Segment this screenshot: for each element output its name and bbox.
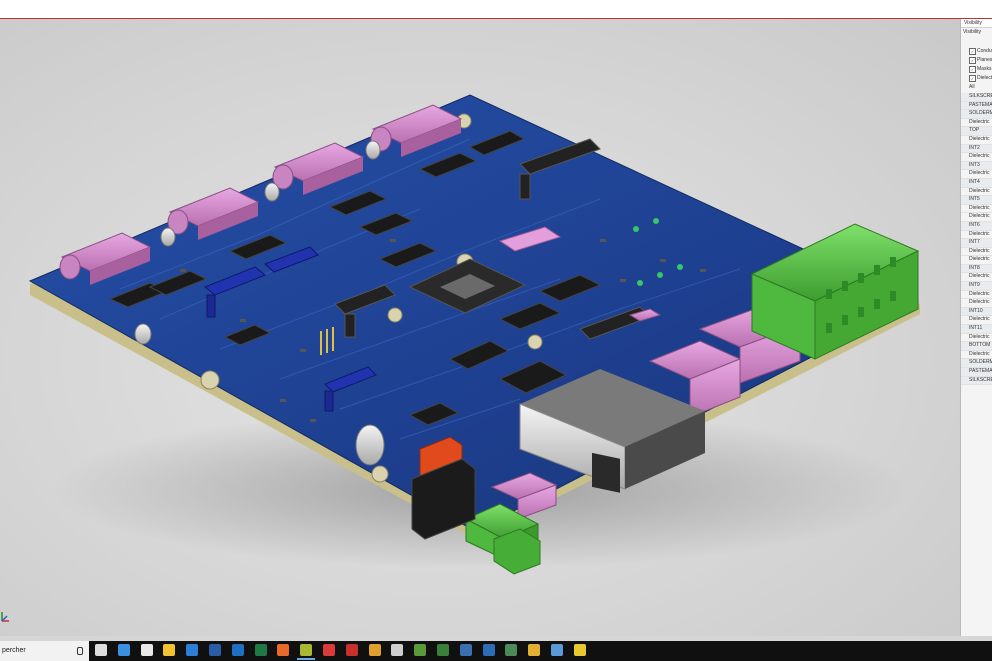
layer-row[interactable]: Dielectric	[961, 334, 992, 343]
layer-row[interactable]: Dielectric	[961, 299, 992, 308]
layer-row[interactable]: INT6	[961, 221, 992, 231]
explorer-icon[interactable]	[163, 644, 176, 656]
layer-row[interactable]: Dielectric	[961, 256, 992, 265]
layer-row[interactable]: Dielectric	[961, 205, 992, 214]
layer-row[interactable]: TOP	[961, 127, 992, 136]
taskbar-search-box[interactable]: percher	[0, 641, 89, 661]
store-icon[interactable]	[140, 644, 153, 656]
layer-row[interactable]: Dielectric	[961, 119, 992, 128]
pdf-icon[interactable]	[345, 644, 358, 656]
all-layers-label[interactable]: All	[961, 83, 992, 91]
pcb-3d-render	[28, 94, 920, 575]
visibility-option[interactable]: ✓ Masks	[961, 65, 992, 74]
visibility-option[interactable]: ✓ Condu	[961, 47, 992, 56]
photos-icon[interactable]	[414, 644, 427, 656]
layer-stack-list: SILKSCREEPASTEMASSOLDERMDielectricTOPDie…	[961, 93, 992, 386]
firefox-icon[interactable]	[277, 644, 290, 656]
panel-tab-visibility[interactable]: Visibility	[961, 19, 992, 28]
visibility-option[interactable]: ✓ Dielect	[961, 74, 992, 83]
layer-row[interactable]: Dielectric	[961, 170, 992, 179]
chrome-icon[interactable]	[528, 644, 541, 656]
axis-gizmo-icon	[0, 609, 10, 623]
layer-row[interactable]: INT7	[961, 239, 992, 248]
layer-row[interactable]: INT5	[961, 196, 992, 205]
layer-row[interactable]: Dielectric	[961, 213, 992, 222]
3d-board-viewport[interactable]	[0, 19, 960, 636]
layer-row[interactable]: SOLDERM	[961, 110, 992, 119]
layer-row[interactable]: PASTEMAS	[961, 101, 992, 111]
outlook-icon[interactable]	[231, 644, 244, 656]
layer-row[interactable]: INT8	[961, 264, 992, 274]
mail-icon[interactable]	[186, 644, 199, 656]
layer-row[interactable]: INT10	[961, 307, 992, 317]
layer-row[interactable]: INT11	[961, 325, 992, 334]
edge-icon[interactable]	[117, 644, 130, 656]
layer-row[interactable]: Dielectric	[961, 136, 992, 145]
record-icon[interactable]	[323, 644, 335, 656]
visibility-option-label: Planes	[977, 57, 992, 63]
visibility-option[interactable]: ✓ Planes	[961, 56, 992, 65]
windows-taskbar: percher	[0, 641, 992, 661]
layer-row[interactable]: Dielectric	[961, 231, 992, 240]
task-view-icon[interactable]	[95, 644, 107, 656]
layer-row[interactable]: INT9	[961, 282, 992, 291]
printer-icon[interactable]	[391, 644, 404, 656]
layer-row[interactable]: PASTEMAS	[961, 368, 992, 377]
layer-row[interactable]: SOLDERM	[961, 359, 992, 368]
checkbox[interactable]: ✓	[969, 75, 976, 82]
checkbox[interactable]: ✓	[969, 48, 976, 55]
visibility-option-label: Dielect	[977, 75, 992, 81]
altium-icon[interactable]	[297, 644, 316, 660]
code-icon[interactable]	[482, 644, 495, 656]
layer-row[interactable]: INT4	[961, 178, 992, 188]
layer-row[interactable]: SILKSCREE	[961, 93, 992, 102]
visibility-panel: Visibility Visibility ✓ Condu ✓ Planes ✓ Mask…	[960, 19, 992, 636]
checkbox[interactable]: ✓	[969, 57, 976, 64]
checkbox[interactable]: ✓	[969, 66, 976, 73]
terminal-icon[interactable]	[437, 644, 449, 656]
network-icon[interactable]	[459, 644, 472, 656]
layer-row[interactable]: INT2	[961, 144, 992, 154]
layer-row[interactable]: Dielectric	[961, 316, 992, 326]
layer-row[interactable]: BOTTOM	[961, 342, 992, 351]
window-title-bar	[0, 0, 992, 19]
panel-spacer	[961, 36, 992, 47]
layer-row[interactable]: INT3	[961, 161, 992, 171]
pin-icon[interactable]	[573, 644, 586, 656]
microphone-icon[interactable]	[77, 647, 83, 655]
excel-icon[interactable]	[254, 644, 267, 656]
word-icon[interactable]	[209, 644, 221, 656]
layer-row[interactable]: Dielectric	[961, 188, 992, 197]
layer-row[interactable]: Dielectric	[961, 273, 992, 283]
visibility-options: ✓ Condu ✓ Planes ✓ Masks ✓ Dielect	[961, 47, 992, 83]
search-text: percher	[2, 647, 26, 654]
layer-row[interactable]: Dielectric	[961, 248, 992, 257]
layer-row[interactable]: SILKSCREE	[961, 376, 992, 386]
viewer-icon[interactable]	[551, 644, 563, 656]
layer-row[interactable]: Dielectric	[961, 291, 992, 300]
visibility-option-label: Condu	[977, 48, 992, 54]
image-icon[interactable]	[505, 644, 518, 656]
layer-row[interactable]: Dielectric	[961, 351, 992, 360]
visibility-option-label: Masks	[977, 66, 992, 72]
layer-row[interactable]: Dielectric	[961, 153, 992, 162]
panel-section-title: Visibility	[963, 29, 981, 35]
chart-icon[interactable]	[368, 644, 381, 656]
